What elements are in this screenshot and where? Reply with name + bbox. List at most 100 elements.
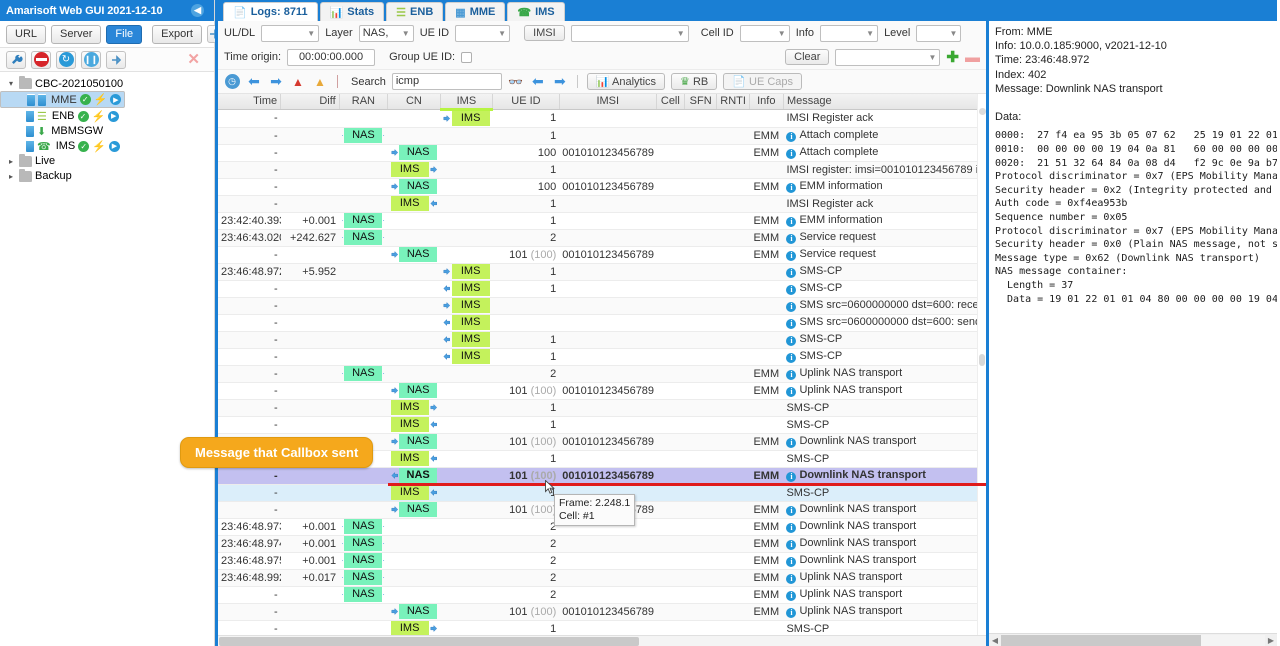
protocol-badge-ims[interactable]: IMS xyxy=(451,349,490,364)
clock-icon[interactable]: ◷ xyxy=(224,74,240,90)
export-button[interactable]: Export xyxy=(152,24,202,44)
preset-select[interactable]: ▼ xyxy=(835,48,941,66)
table-row[interactable]: 23:46:48.972 +5.952 IMS 1 i SMS-CP xyxy=(218,263,986,281)
imsi-button[interactable]: IMSI xyxy=(524,25,565,41)
table-row[interactable]: - IMS 1 IMSI register: imsi=001010123456789… xyxy=(218,161,986,179)
scroll-thumb[interactable] xyxy=(219,637,639,646)
tree-item-backup[interactable]: ▸ Backup xyxy=(0,168,214,184)
table-row[interactable]: 23:46:43.020 +242.627 NAS 2 EMM i Service requ… xyxy=(218,229,986,247)
cellid-select[interactable]: ▼ xyxy=(739,24,790,42)
table-row[interactable]: 23:46:48.975 +0.001 NAS 2 EMM i Downlink NAS t… xyxy=(218,552,986,570)
col-rnti[interactable]: RNTI xyxy=(716,94,750,110)
protocol-badge-ims[interactable]: IMS xyxy=(390,162,429,177)
table-horizontal-scrollbar[interactable] xyxy=(218,635,986,646)
table-row[interactable]: - IMS i SMS src=0600000000 dst=600: receive… xyxy=(218,297,986,315)
protocol-badge-nas[interactable]: NAS xyxy=(344,587,383,602)
url-button[interactable]: URL xyxy=(6,24,47,44)
clear-button[interactable]: Clear xyxy=(785,49,830,65)
protocol-badge-ims[interactable]: IMS xyxy=(451,264,490,279)
layer-select[interactable]: NAS, ▼ xyxy=(358,24,414,42)
tree-expander-icon[interactable]: ▾ xyxy=(6,79,16,88)
binoculars-icon[interactable]: 👓 xyxy=(508,74,524,90)
protocol-badge-nas[interactable]: NAS xyxy=(399,383,438,398)
arrow-left-icon[interactable]: ⬅ xyxy=(246,73,262,90)
table-row[interactable]: - NAS 100 001010123456789 EMM i EMM informatio… xyxy=(218,178,986,196)
search-input[interactable]: icmp xyxy=(391,73,502,90)
play-icon[interactable]: ▶ xyxy=(108,110,120,122)
table-row[interactable]: 23:42:40.393 +0.001 NAS 1 EMM i EMM informatio… xyxy=(218,212,986,230)
table-row[interactable]: - NAS 101 (100) 001010123456789 EMM i Uplink N… xyxy=(218,603,986,621)
scroll-right-icon[interactable]: ▶ xyxy=(1265,636,1277,645)
protocol-badge-ims[interactable]: IMS xyxy=(451,111,490,126)
tree-item-live[interactable]: ▸ Live xyxy=(0,153,214,169)
table-row[interactable]: - NAS 2 EMM i Uplink NAS transport xyxy=(218,365,986,383)
protocol-badge-nas[interactable]: NAS xyxy=(399,604,438,619)
search-next-icon[interactable]: ➡ xyxy=(552,73,568,90)
table-row[interactable]: - IMS 1 IMSI Register ack xyxy=(218,195,986,213)
protocol-badge-ims[interactable]: IMS xyxy=(390,417,429,432)
search-prev-icon[interactable]: ⬅ xyxy=(530,73,546,90)
sidebar-item-ims[interactable]: ☎ IMS ✓ ⚡ ▶ xyxy=(0,139,214,154)
warning-icon[interactable]: ▲ xyxy=(312,74,328,90)
table-row[interactable]: - IMS 1 i SMS-CP xyxy=(218,331,986,349)
sidebar-item-mbmsgw[interactable]: ⬇ MBMSGW xyxy=(0,124,214,139)
col-cell[interactable]: Cell xyxy=(656,94,685,110)
plus-icon[interactable]: ✚ xyxy=(946,50,959,65)
ueid-select[interactable]: ▼ xyxy=(455,24,511,42)
tab-enb[interactable]: ☰ ENB xyxy=(386,2,444,21)
play-icon[interactable]: ▶ xyxy=(108,140,120,152)
play-icon[interactable]: ▶ xyxy=(110,94,122,105)
tab-mme[interactable]: ▦ MME xyxy=(445,2,506,21)
tree-expander-icon[interactable]: ▸ xyxy=(6,172,16,181)
rb-button[interactable]: ♛ RB xyxy=(671,73,718,90)
protocol-badge-nas[interactable]: NAS xyxy=(344,570,383,585)
minus-icon[interactable]: ▬ xyxy=(965,50,980,65)
uecaps-button[interactable]: 📄 UE Caps xyxy=(723,73,803,90)
sidebar-item-mme[interactable]: MME ✓ ⚡ ▶ xyxy=(0,91,126,108)
sidebar-item-enb[interactable]: ☰ ENB ✓ ⚡ ▶ xyxy=(0,109,214,124)
col-cn[interactable]: CN xyxy=(387,94,441,110)
protocol-badge-nas[interactable]: NAS xyxy=(399,434,438,449)
protocol-badge-nas[interactable]: NAS xyxy=(344,553,383,568)
protocol-badge-nas[interactable]: NAS xyxy=(344,366,383,381)
stop-icon[interactable] xyxy=(31,50,51,69)
col-diff[interactable]: Diff xyxy=(280,94,340,110)
plug-icon[interactable] xyxy=(106,50,126,69)
protocol-badge-ims[interactable]: IMS xyxy=(451,281,490,296)
table-row[interactable]: - IMS 1 IMSI Register ack xyxy=(218,109,986,128)
col-info[interactable]: Info xyxy=(749,94,784,110)
table-row[interactable]: - NAS 100 001010123456789 EMM i Attach complet… xyxy=(218,144,986,162)
chevron-left-icon[interactable]: ◀ xyxy=(191,4,204,17)
table-row[interactable]: 23:46:48.992 +0.017 NAS 2 EMM i Uplink NAS tra… xyxy=(218,569,986,587)
protocol-badge-nas[interactable]: NAS xyxy=(344,128,383,143)
table-row[interactable]: - IMS 1 SMS-CP xyxy=(218,399,986,417)
col-ims[interactable]: IMS xyxy=(440,94,494,111)
col-time[interactable]: Time xyxy=(218,94,282,110)
level-select[interactable]: ▼ xyxy=(916,24,962,42)
col-imsi[interactable]: IMSI xyxy=(559,94,657,110)
table-row[interactable]: - NAS 1 EMM i Attach complete xyxy=(218,127,986,145)
tree-expander-icon[interactable]: ▸ xyxy=(6,157,16,166)
table-row[interactable]: - NAS 101 (100) 001010123456789 EMM i Uplink N… xyxy=(218,382,986,400)
time-origin-input[interactable]: 00:00:00.000 xyxy=(287,48,376,66)
protocol-badge-ims[interactable]: IMS xyxy=(451,315,490,330)
wrench-icon[interactable] xyxy=(6,50,26,69)
protocol-badge-nas[interactable]: NAS xyxy=(344,536,383,551)
tab-ims[interactable]: ☎ IMS xyxy=(507,2,565,21)
protocol-badge-nas[interactable]: NAS xyxy=(399,179,438,194)
file-button[interactable]: File xyxy=(106,24,143,44)
table-row[interactable]: - IMS 1 SMS-CP xyxy=(218,416,986,434)
protocol-badge-nas[interactable]: NAS xyxy=(344,519,383,534)
protocol-badge-ims[interactable]: IMS xyxy=(390,621,429,635)
uldl-select[interactable]: ▼ xyxy=(261,24,320,42)
scroll-left-icon[interactable]: ◀ xyxy=(989,636,1001,645)
protocol-badge-nas[interactable]: NAS xyxy=(344,213,383,228)
table-row[interactable]: - NAS 101 (100) 001010123456789 EMM i Service … xyxy=(218,246,986,264)
analytics-button[interactable]: 📊 Analytics xyxy=(586,73,666,90)
imsi-select[interactable]: ▼ xyxy=(570,24,689,42)
table-row[interactable]: -NAS101 (100)001010123456789EMMiDownlink… xyxy=(218,467,986,485)
col-ran[interactable]: RAN xyxy=(339,94,389,110)
table-row[interactable]: - NAS 2 EMM i Uplink NAS transport xyxy=(218,586,986,604)
tab-logs[interactable]: 📄 Logs: 8711 xyxy=(223,2,318,21)
scroll-thumb[interactable] xyxy=(979,354,985,366)
